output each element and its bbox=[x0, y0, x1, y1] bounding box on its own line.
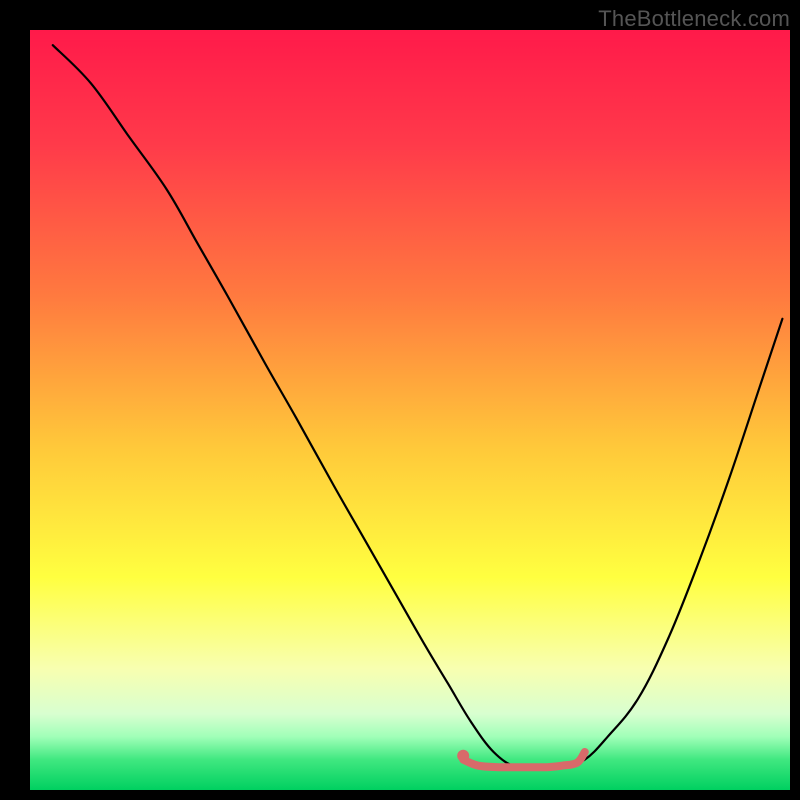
chart-container bbox=[30, 30, 790, 790]
gradient-background bbox=[30, 30, 790, 790]
bottleneck-chart bbox=[30, 30, 790, 790]
watermark-text: TheBottleneck.com bbox=[598, 6, 790, 32]
optimal-marker bbox=[457, 750, 469, 762]
